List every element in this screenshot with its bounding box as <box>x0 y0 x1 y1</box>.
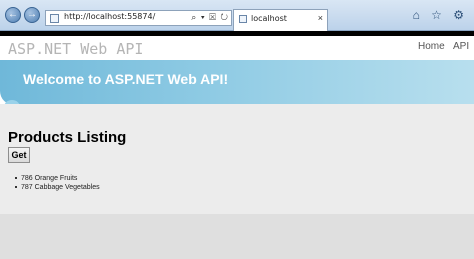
browser-chrome: ← → http://localhost:55874/ ⌕ ▾ ☒ ↻ loca… <box>0 0 474 31</box>
browser-menu-bar <box>0 31 474 36</box>
address-bar[interactable]: http://localhost:55874/ ⌕ ▾ ☒ ↻ <box>45 10 232 26</box>
address-bar-icons[interactable]: ⌕ ▾ ☒ ↻ <box>191 12 229 23</box>
browser-toolbar-icons[interactable]: ⌂ ☆ ⚙ <box>413 8 468 22</box>
tab-page-icon <box>239 15 247 23</box>
forward-button[interactable]: → <box>24 7 40 23</box>
forward-arrow-icon: → <box>27 9 37 20</box>
welcome-banner: Welcome to ASP.NET Web API! <box>0 60 474 105</box>
browser-tab[interactable]: localhost × <box>233 9 328 31</box>
address-url[interactable]: http://localhost:55874/ <box>64 12 155 21</box>
list-item: 786 Orange Fruits <box>15 174 100 183</box>
get-button[interactable]: Get <box>8 147 30 163</box>
banner-heading: Welcome to ASP.NET Web API! <box>23 71 229 87</box>
site-title[interactable]: ASP.NET Web API <box>8 40 143 58</box>
list-item: 787 Cabbage Vegetables <box>15 184 100 191</box>
page-icon <box>50 14 59 23</box>
footer <box>0 214 474 259</box>
tab-title: localhost <box>251 14 287 23</box>
main-content: Products Listing Get 786 Orange Fruits 7… <box>0 104 474 214</box>
back-arrow-icon: ← <box>8 9 18 20</box>
product-list: 786 Orange Fruits 787 Cabbage Vegetables <box>15 174 100 192</box>
featured-section: Welcome to ASP.NET Web API! <box>0 60 474 114</box>
back-button[interactable]: ← <box>5 7 21 23</box>
nav-home-link[interactable]: Home <box>418 41 445 52</box>
nav-api-link[interactable]: API <box>453 41 469 52</box>
page-heading: Products Listing <box>8 129 127 146</box>
tab-close-icon[interactable]: × <box>318 13 323 23</box>
